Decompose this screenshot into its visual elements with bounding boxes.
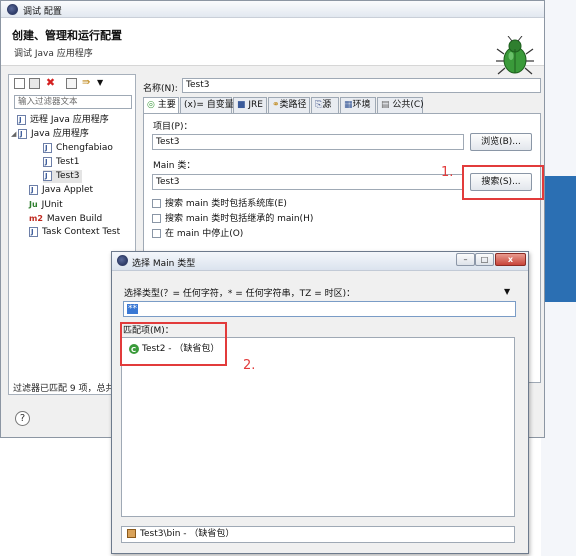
remote-java-icon <box>17 114 26 127</box>
maven-icon: m2 <box>29 214 43 223</box>
include-system-libs-checkbox[interactable]: 搜索 main 类时包括系统库(E) <box>152 196 287 209</box>
header-subtitle: 调试 Java 应用程序 <box>14 49 93 59</box>
tab-arguments[interactable]: (x)= 自变量 <box>180 97 234 113</box>
close-button[interactable]: x <box>495 253 526 266</box>
background-blue-area <box>544 176 576 302</box>
main-class-label: Main 类： <box>153 161 196 171</box>
view-menu-icon[interactable]: ▼ <box>97 78 103 87</box>
dialog-title: 选择 Main 类型 <box>132 259 196 269</box>
checkbox-box[interactable] <box>152 199 161 208</box>
name-field[interactable]: Test3 <box>182 78 541 93</box>
package-icon <box>127 529 136 538</box>
duplicate-config-icon[interactable] <box>29 78 40 89</box>
header-title: 创建、管理和运行配置 <box>12 29 122 42</box>
dialog-menu-arrow-icon[interactable]: ▼ <box>504 287 510 296</box>
dialog-status-bar: Test3\bin - （缺省包） <box>121 526 515 543</box>
tree-item-chengfabiao[interactable]: Chengfabiao <box>43 142 113 155</box>
tab-main[interactable]: ◎ 主要 <box>143 97 179 114</box>
filter-status-text: 过滤器已匹配 9 项，总共 <box>13 384 115 394</box>
java-applet-icon <box>29 184 38 197</box>
filter-icon[interactable]: ⇛ <box>82 78 93 89</box>
tree-item-test3[interactable]: Test3 <box>43 170 83 183</box>
include-inherited-main-checkbox[interactable]: 搜索 main 类时包括继承的 main(H) <box>152 211 313 224</box>
delete-config-icon[interactable]: ✖ <box>45 77 56 89</box>
tab-source[interactable]: ⎘源 <box>311 97 339 113</box>
project-field[interactable]: Test3 <box>152 134 464 150</box>
tree-item-remote-java[interactable]: 远程 Java 应用程序 <box>17 114 109 127</box>
eclipse-icon <box>7 4 18 15</box>
type-filter-value: ** <box>127 304 138 314</box>
java-class-icon <box>43 170 52 183</box>
name-label: 名称(N): <box>143 84 178 94</box>
collapse-arrow-icon[interactable]: ◢ <box>11 128 18 141</box>
java-class-icon <box>43 156 52 169</box>
tree-item-test1[interactable]: Test1 <box>43 156 79 169</box>
new-config-icon[interactable] <box>14 78 25 89</box>
tree-item-java-applet[interactable]: Java Applet <box>29 184 93 197</box>
task-context-icon <box>29 226 38 239</box>
minimize-button[interactable]: – <box>456 253 475 266</box>
tree-item-java-app[interactable]: ◢Java 应用程序 <box>11 128 89 141</box>
tab-environment[interactable]: ▦环境 <box>340 97 376 113</box>
main-class-field[interactable]: Test3 <box>152 174 464 190</box>
junit-icon: Ju <box>29 200 38 209</box>
annotation-label-2: 2. <box>243 358 256 373</box>
eclipse-icon <box>117 255 128 266</box>
java-app-icon <box>18 128 27 141</box>
select-main-type-dialog: 选择 Main 类型 – □ x 选择类型(？= 任何字符，* = 任何字符串，… <box>111 251 529 554</box>
tab-classpath[interactable]: ⚭类路径 <box>268 97 310 113</box>
tree-item-maven-build[interactable]: m2 Maven Build <box>29 212 102 225</box>
tab-common[interactable]: ▤ 公共(C) <box>377 97 424 113</box>
project-label: 项目(P)： <box>153 122 193 132</box>
tree-item-task-context[interactable]: Task Context Test <box>29 226 120 239</box>
checkbox-box[interactable] <box>152 229 161 238</box>
tree-item-junit[interactable]: Ju JUnit <box>29 198 63 211</box>
dialog-titlebar[interactable]: 选择 Main 类型 – □ x <box>112 252 528 271</box>
debug-bug-icon <box>496 36 534 75</box>
collapse-all-icon[interactable] <box>66 78 77 89</box>
annotation-box-1 <box>462 165 544 200</box>
main-window-title: 调试 配置 <box>23 7 62 17</box>
type-filter-label: 选择类型(？= 任何字符，* = 任何字符串，TZ = 时区)： <box>124 289 356 299</box>
tab-jre[interactable]: ■ JRE <box>233 97 267 113</box>
java-class-icon <box>43 142 52 155</box>
main-header: 创建、管理和运行配置 调试 Java 应用程序 <box>1 18 544 75</box>
main-titlebar[interactable]: 调试 配置 <box>1 1 544 18</box>
browse-button[interactable]: 浏览(B)... <box>470 133 532 151</box>
filter-input[interactable]: 输入过滤器文本 <box>14 95 132 109</box>
stop-in-main-checkbox[interactable]: 在 main 中停止(O) <box>152 226 243 239</box>
help-icon[interactable]: ? <box>15 411 30 426</box>
type-filter-input[interactable]: ** <box>123 301 516 317</box>
checkbox-box[interactable] <box>152 214 161 223</box>
annotation-box-2 <box>120 322 227 366</box>
annotation-label-1: 1. <box>441 165 454 180</box>
maximize-button[interactable]: □ <box>475 253 494 266</box>
